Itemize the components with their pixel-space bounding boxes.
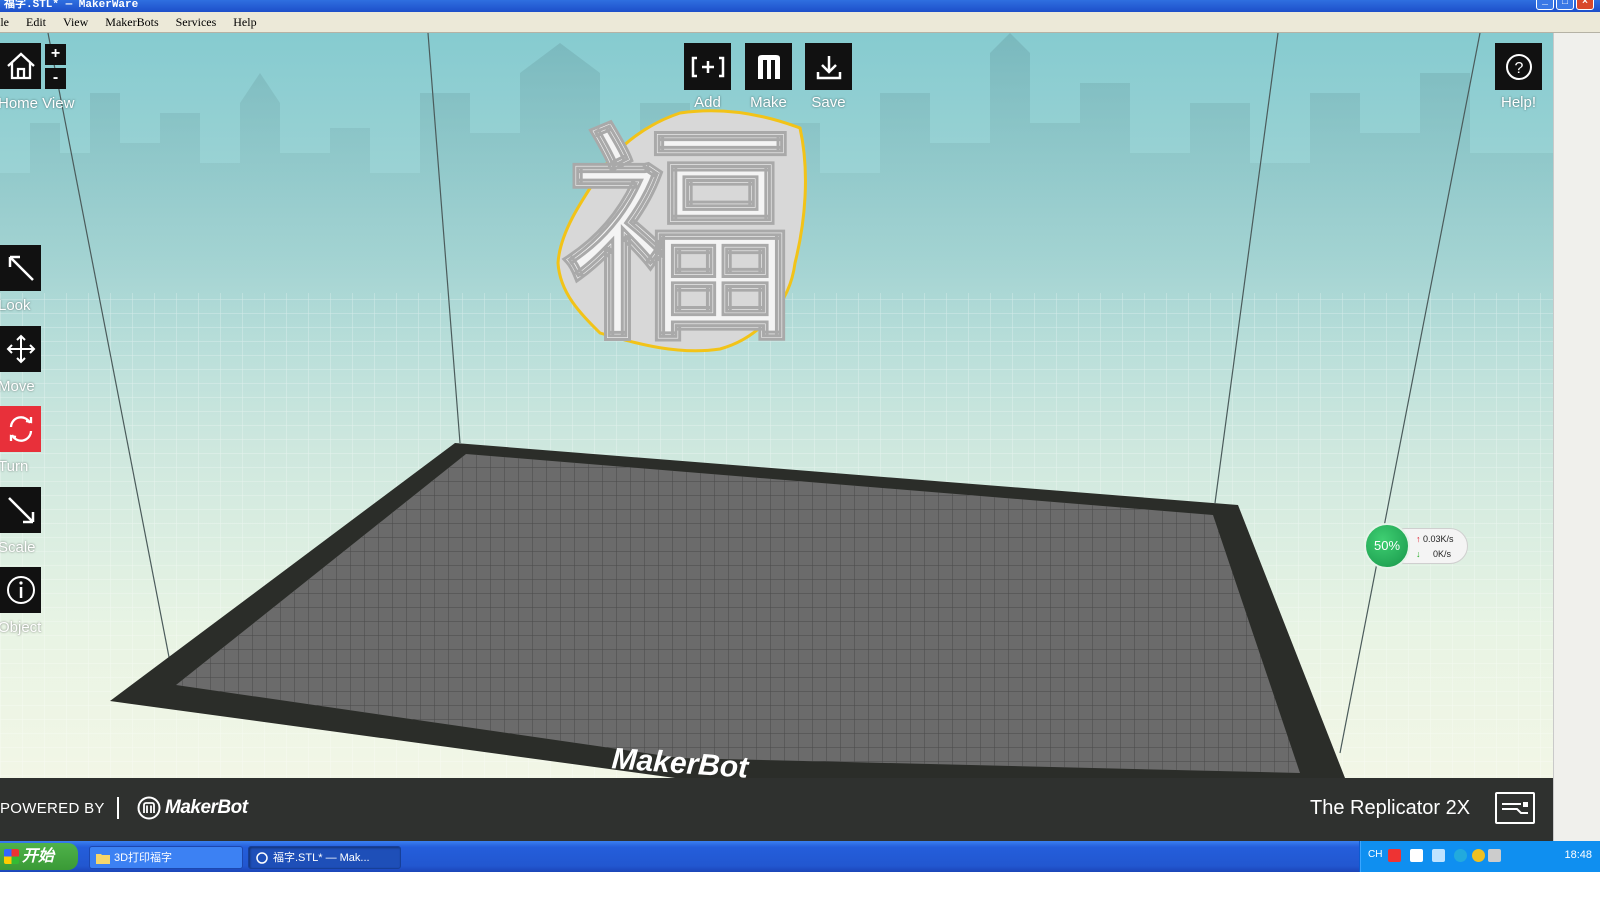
home-view-label: Home View bbox=[0, 95, 75, 112]
windows-flag-icon bbox=[4, 849, 19, 864]
language-indicator[interactable]: CH bbox=[1368, 849, 1382, 860]
maximize-button[interactable]: □ bbox=[1556, 0, 1574, 10]
scene-canvas[interactable]: MakerBot 福 bbox=[0, 33, 1553, 778]
window-title: 福字.STL* — MakerWare bbox=[4, 0, 139, 11]
save-label: Save bbox=[811, 94, 846, 111]
move-label: Move bbox=[0, 378, 35, 395]
zoom-in-button[interactable]: + bbox=[45, 44, 66, 65]
save-button[interactable]: Save bbox=[805, 43, 852, 111]
network-speed-widget[interactable]: 50% ↑ 0.03K/s ↓ 0K/s bbox=[1364, 523, 1468, 569]
zoom-out-button[interactable]: - bbox=[45, 68, 66, 89]
home-view-button[interactable]: Home View bbox=[0, 43, 74, 112]
folder-icon bbox=[96, 854, 110, 864]
rotate-icon bbox=[9, 416, 32, 442]
tray-network-icon[interactable] bbox=[1432, 849, 1445, 862]
scale-label: Scale bbox=[0, 539, 36, 556]
model-fu-character[interactable]: 福 bbox=[556, 102, 807, 375]
home-icon bbox=[6, 52, 35, 80]
model-glyph: 福 bbox=[563, 103, 795, 373]
object-button[interactable]: Object bbox=[0, 567, 41, 636]
tray-clock: 18:48 bbox=[1564, 849, 1592, 861]
taskbar-item-makerware[interactable]: 福字.STL* — Mak... bbox=[248, 846, 401, 869]
taskbar-item-folder[interactable]: 3D打印福字 bbox=[89, 846, 243, 869]
close-button[interactable]: × bbox=[1576, 0, 1594, 10]
make-label: Make bbox=[750, 94, 787, 111]
object-label: Object bbox=[0, 619, 42, 636]
menu-view[interactable]: View bbox=[55, 15, 97, 30]
menu-services[interactable]: Services bbox=[168, 15, 226, 30]
makerware-icon bbox=[256, 852, 268, 864]
add-label: Add bbox=[694, 94, 721, 111]
look-label: Look bbox=[0, 297, 31, 314]
info-icon bbox=[6, 576, 35, 604]
upload-speed: 0.03K/s bbox=[1423, 534, 1454, 544]
svg-text:?: ? bbox=[1514, 60, 1523, 77]
add-button[interactable]: Add bbox=[684, 43, 731, 111]
menu-help[interactable]: Help bbox=[225, 15, 265, 30]
net-percent: 50% bbox=[1364, 523, 1410, 569]
tray-qq-icon[interactable] bbox=[1472, 849, 1485, 862]
download-arrow-icon: ↓ bbox=[1416, 549, 1421, 559]
tray-expand-icon[interactable] bbox=[1454, 849, 1467, 862]
window-controls: _ □ × bbox=[1536, 0, 1594, 10]
move-arrows-icon bbox=[6, 334, 35, 364]
makerbot-m-icon bbox=[757, 54, 780, 79]
menu-bar: ile Edit View MakerBots Services Help bbox=[0, 12, 1600, 33]
makerbot-brand-text: MakerBot bbox=[165, 797, 248, 818]
screen-bottom-edge bbox=[0, 872, 1600, 900]
menu-edit[interactable]: Edit bbox=[18, 15, 55, 30]
taskbar: 开始 3D打印福字 福字.STL* — Mak... CH 18:48 bbox=[0, 841, 1600, 872]
start-label: 开始 bbox=[22, 848, 55, 865]
upload-arrow-icon: ↑ bbox=[1416, 534, 1421, 544]
menu-file[interactable]: ile bbox=[0, 15, 18, 30]
help-button[interactable]: ? Help! bbox=[1495, 43, 1542, 111]
taskbar-item-label: 福字.STL* — Mak... bbox=[273, 852, 370, 864]
start-button[interactable]: 开始 bbox=[0, 843, 78, 870]
tray-app-icon[interactable] bbox=[1388, 849, 1401, 862]
download-speed: 0K/s bbox=[1433, 549, 1452, 559]
title-bar: 福字.STL* — MakerWare _ □ × bbox=[0, 0, 1600, 12]
look-arrow-icon bbox=[8, 255, 34, 281]
help-label: Help! bbox=[1500, 94, 1537, 111]
scale-button[interactable]: Scale bbox=[0, 487, 41, 556]
system-tray: CH 18:48 bbox=[1359, 841, 1600, 872]
right-border bbox=[1553, 33, 1600, 841]
scale-arrow-icon bbox=[7, 497, 34, 524]
3d-viewport[interactable]: MakerBot 福 bbox=[0, 33, 1553, 778]
move-button[interactable]: Move bbox=[0, 326, 41, 395]
taskbar-item-label: 3D打印福字 bbox=[114, 852, 173, 864]
app-window: 福字.STL* — MakerWare _ □ × ile Edit View … bbox=[0, 0, 1600, 900]
turn-label: Turn bbox=[0, 458, 29, 475]
printer-name: The Replicator 2X bbox=[1310, 797, 1471, 819]
printer-icon[interactable] bbox=[1495, 792, 1535, 824]
makerbot-logo: MakerBot bbox=[137, 796, 248, 820]
look-button[interactable]: Look bbox=[0, 245, 41, 314]
tray-volume-icon[interactable] bbox=[1488, 849, 1501, 862]
tray-help-icon[interactable] bbox=[1410, 849, 1423, 862]
help-icon: ? bbox=[1505, 53, 1532, 80]
minimize-button[interactable]: _ bbox=[1536, 0, 1554, 10]
divider bbox=[117, 797, 119, 819]
bottom-bar: POWERED BY MakerBot The Replicator 2X bbox=[0, 778, 1553, 841]
menu-makerbots[interactable]: MakerBots bbox=[97, 15, 167, 30]
add-icon bbox=[691, 56, 724, 77]
make-button[interactable]: Make bbox=[745, 43, 792, 111]
download-icon bbox=[816, 55, 841, 79]
makerbot-logo-icon bbox=[137, 796, 161, 820]
turn-button[interactable]: Turn bbox=[0, 406, 41, 475]
powered-by-text: POWERED BY bbox=[0, 800, 105, 817]
